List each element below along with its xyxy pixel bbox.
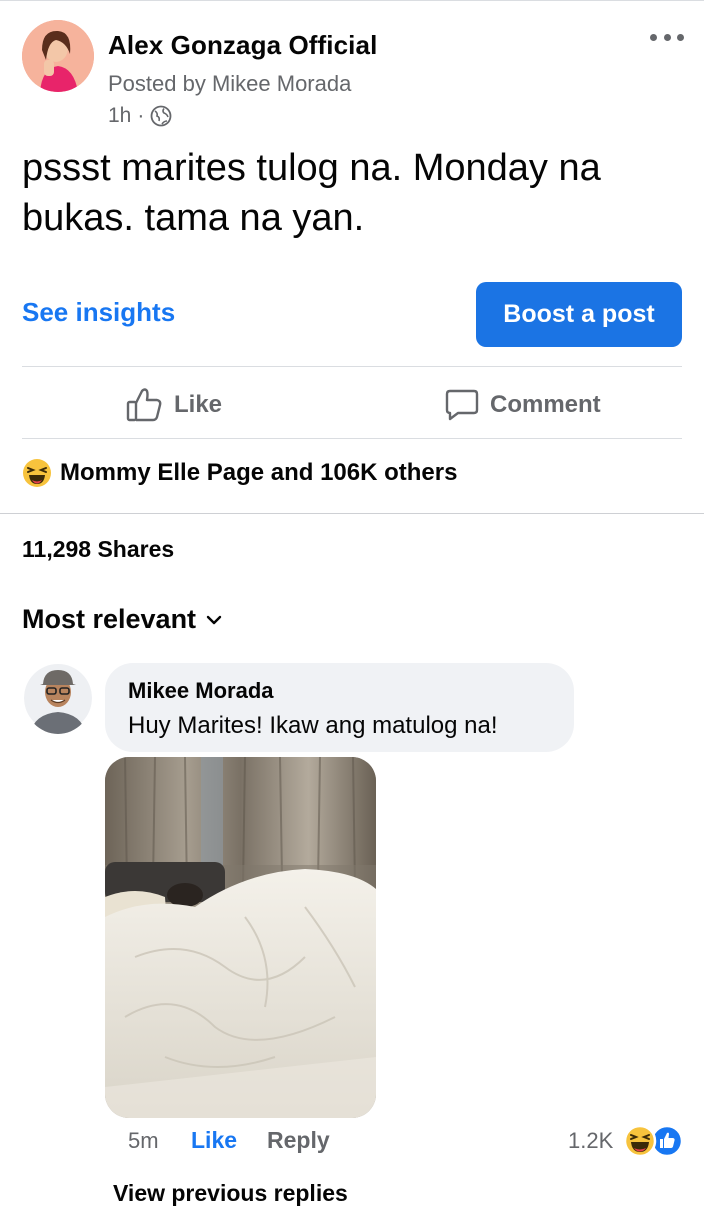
page-name[interactable]: Alex Gonzaga Official (108, 30, 377, 61)
chevron-down-icon (206, 615, 222, 624)
reactions-text: Mommy Elle Page and 106K others (60, 459, 458, 486)
comment-icon (445, 389, 479, 421)
sort-label: Most relevant (22, 604, 197, 634)
top-divider (0, 0, 704, 1)
commenter-avatar-image (24, 662, 92, 734)
comment-reaction-count[interactable]: 1.2K (568, 1128, 613, 1154)
boost-post-button[interactable]: Boost a post (476, 282, 682, 347)
comment-reaction-icons[interactable] (622, 1124, 684, 1158)
dot-icon (677, 33, 684, 41)
page-avatar[interactable] (22, 20, 94, 92)
bedroom-photo-image (105, 757, 376, 1118)
thumbs-up-icon (126, 388, 162, 422)
meta-separator: · (137, 104, 145, 127)
reactions-summary[interactable]: Mommy Elle Page and 106K others (22, 458, 457, 488)
see-insights-link[interactable]: See insights (22, 297, 175, 328)
like-label: Like (174, 391, 223, 418)
comment-time: 5m (128, 1128, 159, 1153)
posted-by-label: Posted by Mikee Morada (108, 71, 352, 96)
shares-count[interactable]: 11,298 Shares (22, 536, 174, 563)
dot-icon (663, 33, 671, 41)
globe-icon (150, 105, 172, 127)
comment-photo[interactable] (105, 757, 376, 1118)
view-previous-replies-link[interactable]: View previous replies (113, 1180, 348, 1207)
more-options-button[interactable] (650, 24, 684, 50)
divider (22, 438, 682, 439)
comment-label: Comment (490, 391, 601, 418)
comment-text: Huy Marites! Ikaw ang matulog na! (128, 712, 498, 739)
divider (22, 366, 682, 367)
post-text: pssst marites tulog na. Monday na bukas.… (22, 147, 601, 239)
post-meta: 1h · (108, 104, 172, 128)
comment-button[interactable]: Comment (444, 385, 601, 425)
section-divider (0, 513, 704, 514)
dot-icon (650, 33, 657, 41)
haha-reaction-icon (23, 459, 51, 487)
comment-author[interactable]: Mikee Morada (128, 678, 274, 704)
commenter-avatar[interactable] (24, 662, 92, 734)
comment-reply-button[interactable]: Reply (267, 1127, 330, 1154)
comment-sort-dropdown[interactable]: Most relevant (22, 604, 222, 635)
page-avatar-image (22, 20, 94, 92)
haha-like-reaction-icons (623, 1124, 684, 1158)
comment-like-button[interactable]: Like (191, 1127, 237, 1154)
post-time: 1h (108, 104, 132, 127)
like-button[interactable]: Like (126, 385, 222, 425)
